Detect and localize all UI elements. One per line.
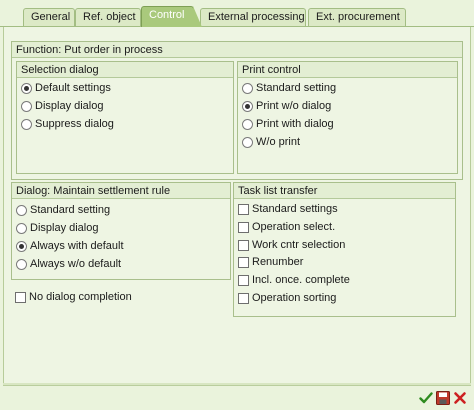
tab-label: External processing [208, 11, 305, 23]
tab-general[interactable]: General [23, 8, 75, 26]
checkbox-no-dialog-completion[interactable]: No dialog completion [15, 289, 132, 305]
radio-always-wo-default[interactable]: Always w/o default [16, 256, 121, 272]
group-title: Function: Put order in process [12, 42, 462, 58]
tab-label: Ext. procurement [316, 11, 400, 23]
checkbox-label: Standard settings [252, 203, 338, 215]
radio-button[interactable] [242, 118, 253, 130]
checkbox[interactable] [238, 221, 249, 233]
group-title: Task list transfer [234, 183, 455, 199]
tab-control[interactable]: Control [141, 6, 202, 27]
radio-button[interactable] [16, 240, 27, 252]
radio-label: Default settings [35, 82, 111, 94]
radio-button[interactable] [242, 136, 253, 148]
tab-ref-object[interactable]: Ref. object [75, 8, 141, 26]
radio-print-wo-dialog[interactable]: Print w/o dialog [242, 98, 331, 114]
radio-default-settings[interactable]: Default settings [21, 80, 111, 96]
radio-button[interactable] [242, 82, 253, 94]
confirm-button[interactable] [419, 391, 433, 405]
settlement-rule-group: Dialog: Maintain settlement rule Standar… [11, 182, 231, 280]
checkbox-label: No dialog completion [29, 291, 132, 303]
tab-external-processing[interactable]: External processing [200, 8, 306, 26]
checkbox-operation-sorting[interactable]: Operation sorting [238, 290, 336, 306]
radio-button[interactable] [21, 118, 32, 130]
group-title: Print control [238, 62, 457, 78]
radio-suppress-dialog[interactable]: Suppress dialog [21, 116, 114, 132]
tab-strip: General Ref. object External processing … [0, 0, 474, 27]
checkbox-incl-once-complete[interactable]: Incl. once. complete [238, 272, 350, 288]
group-title: Dialog: Maintain settlement rule [12, 183, 230, 199]
radio-label: Standard setting [30, 204, 111, 216]
radio-button[interactable] [16, 204, 27, 216]
tab-label: Control [149, 9, 185, 21]
save-icon [436, 391, 450, 405]
radio-label: Print w/o dialog [256, 100, 332, 112]
radio-label: W/o print [256, 136, 301, 148]
radio-label: Print with dialog [256, 118, 334, 130]
checkbox-operation-select[interactable]: Operation select. [238, 219, 335, 235]
radio-button[interactable] [21, 100, 32, 112]
radio-print-with-dialog[interactable]: Print with dialog [242, 116, 334, 132]
tab-label: General [31, 11, 71, 23]
tab-label: Ref. object [83, 11, 136, 23]
radio-label: Always w/o default [30, 258, 122, 270]
checkbox-standard-settings[interactable]: Standard settings [238, 201, 338, 217]
radio-button[interactable] [16, 258, 27, 270]
cancel-icon [454, 392, 466, 404]
save-button[interactable] [436, 391, 450, 405]
selection-dialog-group: Selection dialog Default settings Displa… [16, 61, 234, 174]
print-control-group: Print control Standard setting Print w/o… [237, 61, 458, 174]
action-bar-divider [3, 383, 471, 386]
radio-standard-setting[interactable]: Standard setting [16, 202, 110, 218]
radio-button[interactable] [21, 82, 32, 94]
checkbox-label: Work cntr selection [252, 239, 346, 251]
radio-always-with-default[interactable]: Always with default [16, 238, 124, 254]
radio-label: Display dialog [30, 222, 99, 234]
radio-display-dialog[interactable]: Display dialog [16, 220, 98, 236]
checkbox[interactable] [238, 274, 249, 286]
action-bar [0, 383, 474, 410]
checkbox-label: Incl. once. complete [252, 274, 350, 286]
task-list-transfer-group: Task list transfer Standard settings Ope… [233, 182, 456, 317]
radio-label: Suppress dialog [35, 118, 114, 130]
checkbox-work-cntr-selection[interactable]: Work cntr selection [238, 237, 345, 253]
checkbox-label: Operation sorting [252, 292, 337, 304]
tab-ext-procurement[interactable]: Ext. procurement [308, 8, 406, 26]
checkbox[interactable] [238, 239, 249, 251]
checkbox[interactable] [238, 203, 249, 215]
checkbox[interactable] [238, 292, 249, 304]
radio-button[interactable] [242, 100, 253, 112]
checkbox-label: Renumber [252, 256, 304, 268]
group-title: Selection dialog [17, 62, 233, 78]
check-icon [419, 392, 433, 404]
radio-label: Display dialog [35, 100, 104, 112]
checkbox[interactable] [238, 256, 249, 268]
radio-label: Always with default [30, 240, 124, 252]
radio-label: Standard setting [256, 82, 337, 94]
checkbox[interactable] [15, 291, 26, 303]
cancel-button[interactable] [453, 391, 467, 405]
function-group: Function: Put order in process Selection… [11, 41, 463, 180]
radio-button[interactable] [16, 222, 27, 234]
radio-standard-setting[interactable]: Standard setting [242, 80, 336, 96]
control-panel: Function: Put order in process Selection… [3, 27, 471, 383]
checkbox-label: Operation select. [252, 221, 336, 233]
checkbox-renumber[interactable]: Renumber [238, 254, 303, 270]
radio-display-dialog[interactable]: Display dialog [21, 98, 103, 114]
radio-wo-print[interactable]: W/o print [242, 134, 300, 150]
